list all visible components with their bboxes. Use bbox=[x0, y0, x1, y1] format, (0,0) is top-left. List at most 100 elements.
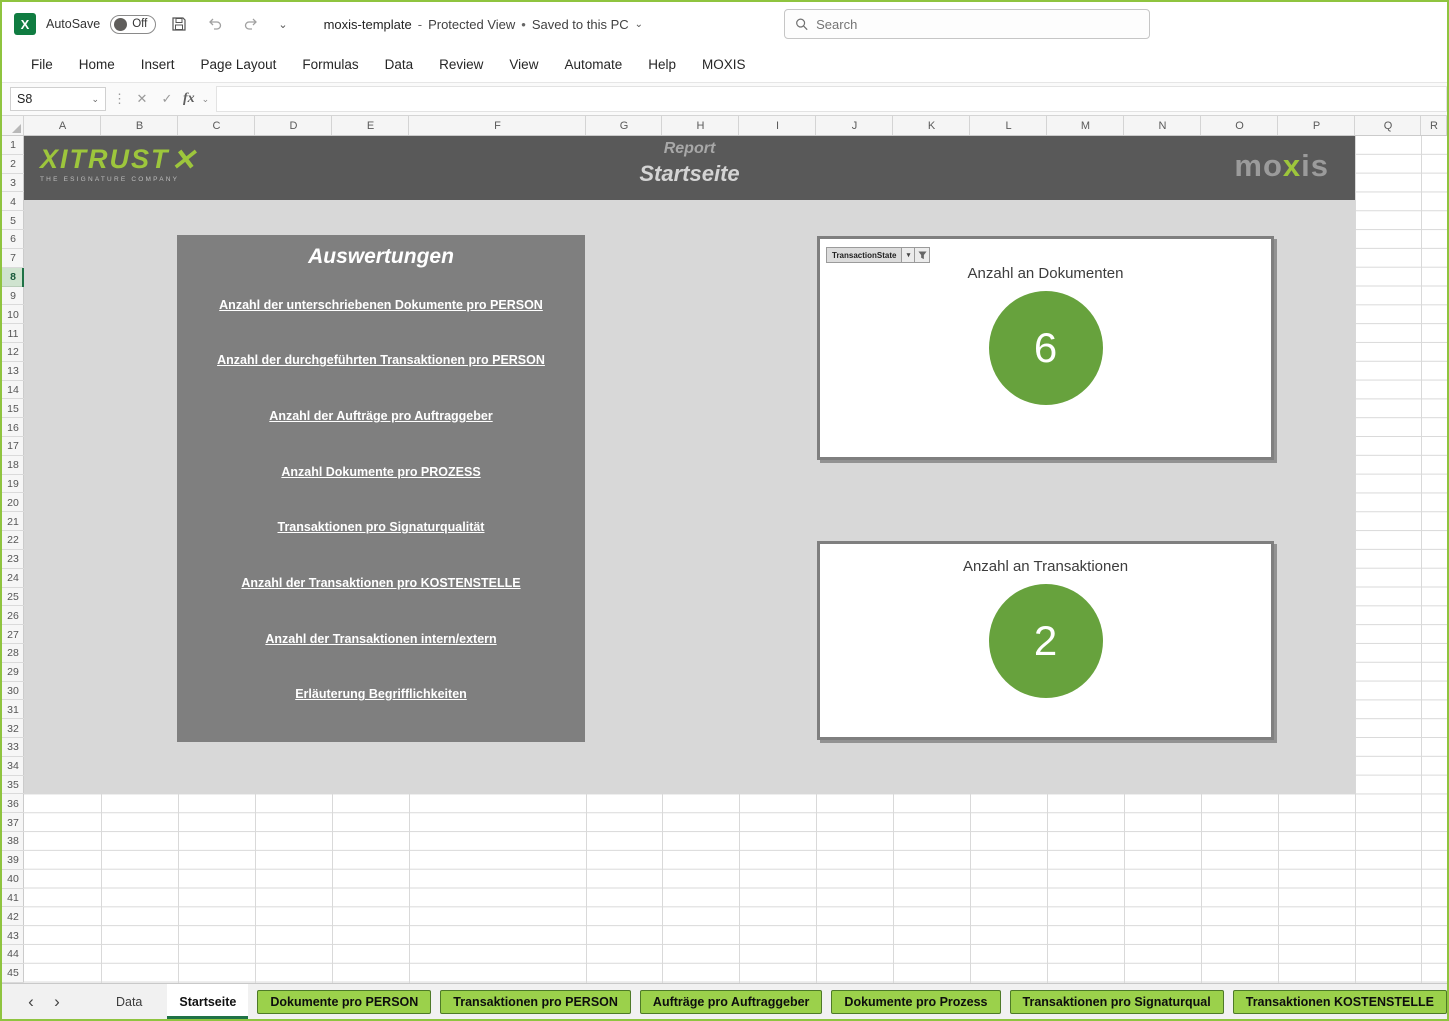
ribbon-tab-formulas[interactable]: Formulas bbox=[289, 46, 371, 82]
column-header-G[interactable]: G bbox=[586, 116, 662, 135]
row-header-35[interactable]: 35 bbox=[2, 776, 24, 795]
column-header-J[interactable]: J bbox=[816, 116, 893, 135]
column-header-Q[interactable]: Q bbox=[1355, 116, 1421, 135]
undo-button[interactable] bbox=[202, 11, 228, 37]
menu-link[interactable]: Transaktionen pro Signaturqualität bbox=[183, 520, 579, 534]
row-header-20[interactable]: 20 bbox=[2, 493, 24, 512]
sheet-tab-data[interactable]: Data bbox=[100, 984, 158, 1019]
row-header-32[interactable]: 32 bbox=[2, 719, 24, 738]
ribbon-tab-insert[interactable]: Insert bbox=[128, 46, 188, 82]
grid-body[interactable]: 1234567891011121314151617181920212223242… bbox=[2, 136, 1447, 983]
autosave-toggle[interactable]: Off bbox=[110, 15, 156, 34]
row-header-25[interactable]: 25 bbox=[2, 588, 24, 607]
row-header-9[interactable]: 9 bbox=[2, 287, 24, 306]
column-header-K[interactable]: K bbox=[893, 116, 970, 135]
formula-bar-handle-icon[interactable]: ⋮ bbox=[113, 91, 126, 107]
column-header-F[interactable]: F bbox=[409, 116, 586, 135]
row-header-24[interactable]: 24 bbox=[2, 569, 24, 588]
row-header-4[interactable]: 4 bbox=[2, 192, 24, 211]
ribbon-tab-moxis[interactable]: MOXIS bbox=[689, 46, 759, 82]
column-header-I[interactable]: I bbox=[739, 116, 816, 135]
transactionstate-slicer[interactable]: TransactionState ▾ bbox=[826, 247, 930, 263]
row-header-30[interactable]: 30 bbox=[2, 682, 24, 701]
column-header-R[interactable]: R bbox=[1421, 116, 1447, 135]
row-header-3[interactable]: 3 bbox=[2, 174, 24, 193]
column-header-A[interactable]: A bbox=[24, 116, 101, 135]
menu-link[interactable]: Anzahl der durchgeführten Transaktionen … bbox=[183, 353, 579, 367]
row-header-15[interactable]: 15 bbox=[2, 399, 24, 418]
row-header-45[interactable]: 45 bbox=[2, 964, 24, 983]
row-header-18[interactable]: 18 bbox=[2, 456, 24, 475]
column-header-O[interactable]: O bbox=[1201, 116, 1278, 135]
row-header-23[interactable]: 23 bbox=[2, 550, 24, 569]
sheet-tab-transaktionen-pro-signaturqual[interactable]: Transaktionen pro Signaturqual bbox=[1010, 990, 1224, 1014]
menu-link[interactable]: Anzahl der Transaktionen intern/extern bbox=[183, 632, 579, 646]
row-header-41[interactable]: 41 bbox=[2, 889, 24, 908]
row-header-39[interactable]: 39 bbox=[2, 851, 24, 870]
menu-link[interactable]: Anzahl der Aufträge pro Auftraggeber bbox=[183, 409, 579, 423]
name-box[interactable]: S8 ⌄ bbox=[10, 87, 106, 111]
column-header-L[interactable]: L bbox=[970, 116, 1047, 135]
sheet-tab-startseite[interactable]: Startseite bbox=[167, 984, 248, 1019]
row-header-6[interactable]: 6 bbox=[2, 230, 24, 249]
row-header-11[interactable]: 11 bbox=[2, 324, 24, 343]
row-header-26[interactable]: 26 bbox=[2, 606, 24, 625]
row-header-31[interactable]: 31 bbox=[2, 700, 24, 719]
insert-function-button[interactable]: fx bbox=[183, 91, 195, 107]
sheet-nav-next-icon[interactable]: › bbox=[44, 992, 70, 1012]
search-input[interactable] bbox=[816, 17, 1139, 32]
ribbon-tab-view[interactable]: View bbox=[496, 46, 551, 82]
ribbon-tab-review[interactable]: Review bbox=[426, 46, 496, 82]
sheet-tab-dokumente-pro-prozess[interactable]: Dokumente pro Prozess bbox=[831, 990, 1000, 1014]
row-header-16[interactable]: 16 bbox=[2, 418, 24, 437]
column-header-B[interactable]: B bbox=[101, 116, 178, 135]
column-header-P[interactable]: P bbox=[1278, 116, 1355, 135]
select-all-corner[interactable] bbox=[2, 116, 24, 135]
title-chevron-down-icon[interactable]: ⌄ bbox=[635, 19, 643, 30]
menu-link[interactable]: Anzahl der Transaktionen pro KOSTENSTELL… bbox=[183, 576, 579, 590]
quick-access-chevron-icon[interactable]: ⌄ bbox=[278, 18, 287, 31]
row-header-33[interactable]: 33 bbox=[2, 738, 24, 757]
sheet-tab-dokumente-pro-person[interactable]: Dokumente pro PERSON bbox=[257, 990, 431, 1014]
column-header-D[interactable]: D bbox=[255, 116, 332, 135]
ribbon-tab-file[interactable]: File bbox=[18, 46, 66, 82]
row-header-38[interactable]: 38 bbox=[2, 832, 24, 851]
ribbon-tab-home[interactable]: Home bbox=[66, 46, 128, 82]
filter-funnel-icon[interactable] bbox=[914, 248, 929, 262]
row-header-42[interactable]: 42 bbox=[2, 907, 24, 926]
row-header-2[interactable]: 2 bbox=[2, 155, 24, 174]
row-header-10[interactable]: 10 bbox=[2, 305, 24, 324]
ribbon-tab-data[interactable]: Data bbox=[372, 46, 427, 82]
ribbon-tab-page-layout[interactable]: Page Layout bbox=[188, 46, 290, 82]
confirm-entry-icon[interactable]: ✓ bbox=[158, 91, 176, 107]
column-header-H[interactable]: H bbox=[662, 116, 739, 135]
row-header-17[interactable]: 17 bbox=[2, 437, 24, 456]
sheet-nav-prev-icon[interactable]: ‹ bbox=[18, 992, 44, 1012]
slicer-dropdown-icon[interactable]: ▾ bbox=[901, 248, 914, 262]
column-header-C[interactable]: C bbox=[178, 116, 255, 135]
row-header-29[interactable]: 29 bbox=[2, 663, 24, 682]
row-header-40[interactable]: 40 bbox=[2, 870, 24, 889]
ribbon-tab-automate[interactable]: Automate bbox=[551, 46, 635, 82]
row-header-34[interactable]: 34 bbox=[2, 757, 24, 776]
row-header-43[interactable]: 43 bbox=[2, 926, 24, 945]
row-header-13[interactable]: 13 bbox=[2, 362, 24, 381]
row-header-12[interactable]: 12 bbox=[2, 343, 24, 362]
row-header-36[interactable]: 36 bbox=[2, 794, 24, 813]
search-box[interactable] bbox=[784, 9, 1150, 39]
column-header-E[interactable]: E bbox=[332, 116, 409, 135]
fx-chevron-icon[interactable]: ⌄ bbox=[202, 94, 210, 105]
row-header-22[interactable]: 22 bbox=[2, 531, 24, 550]
save-button[interactable] bbox=[166, 11, 192, 37]
formula-input[interactable] bbox=[216, 86, 1447, 112]
row-header-19[interactable]: 19 bbox=[2, 475, 24, 494]
menu-link[interactable]: Erläuterung Begrifflichkeiten bbox=[183, 687, 579, 701]
menu-link[interactable]: Anzahl der unterschriebenen Dokumente pr… bbox=[183, 298, 579, 312]
row-header-5[interactable]: 5 bbox=[2, 211, 24, 230]
cancel-entry-icon[interactable]: ✕ bbox=[133, 91, 151, 107]
row-header-27[interactable]: 27 bbox=[2, 625, 24, 644]
row-header-8[interactable]: 8 bbox=[2, 268, 24, 287]
redo-button[interactable] bbox=[238, 11, 264, 37]
name-box-chevron-icon[interactable]: ⌄ bbox=[91, 94, 99, 105]
row-header-21[interactable]: 21 bbox=[2, 512, 24, 531]
